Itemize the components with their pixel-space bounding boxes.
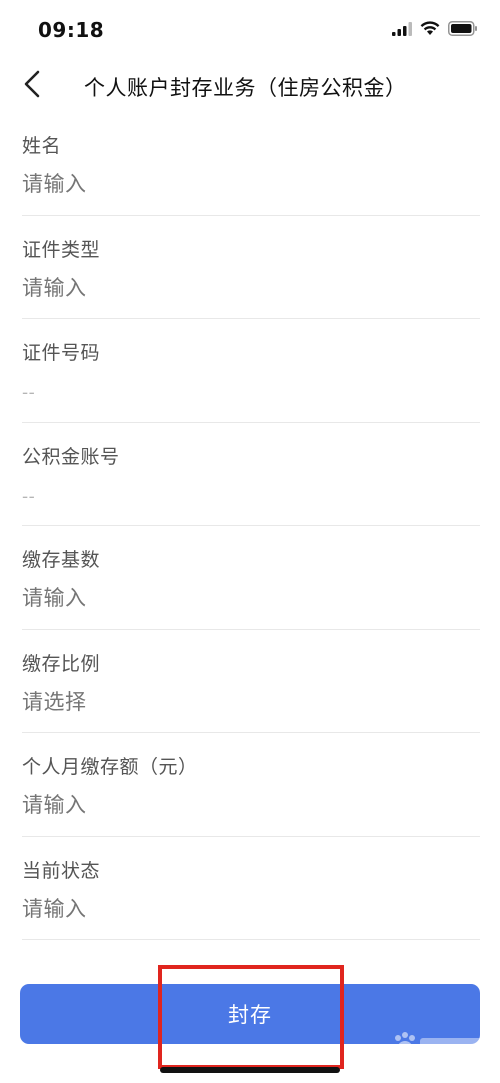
page-title: 个人账户封存业务（住房公积金） xyxy=(84,76,407,100)
status-time: 09:18 xyxy=(38,18,105,42)
form-field-id-number: 证件号码 -- xyxy=(22,319,480,423)
fund-account-value: -- xyxy=(22,486,36,507)
form-field-name: 姓名 xyxy=(22,112,480,216)
deposit-base-input[interactable] xyxy=(22,586,452,610)
battery-icon xyxy=(448,20,478,40)
field-label: 当前状态 xyxy=(22,859,101,882)
form: 姓名 证件类型 证件号码 -- 公积金账号 -- 缴存基数 缴存比例 个人月缴存… xyxy=(22,112,480,940)
form-field-deposit-ratio: 缴存比例 xyxy=(22,630,480,733)
form-field-id-type: 证件类型 xyxy=(22,216,480,319)
id-type-input[interactable] xyxy=(22,275,452,300)
deposit-ratio-select[interactable] xyxy=(22,689,452,714)
name-input[interactable] xyxy=(22,172,452,196)
form-field-deposit-base: 缴存基数 xyxy=(22,526,480,630)
current-status-input[interactable] xyxy=(22,896,452,921)
chevron-left-icon xyxy=(21,69,43,103)
field-label: 公积金账号 xyxy=(22,445,120,468)
field-label: 缴存比例 xyxy=(22,652,101,675)
back-button[interactable] xyxy=(12,66,52,106)
field-label: 姓名 xyxy=(22,135,62,157)
wifi-icon xyxy=(420,20,440,40)
signal-icon xyxy=(392,21,412,40)
field-label: 个人月缴存额（元） xyxy=(22,756,198,778)
nav-bar: 个人账户封存业务（住房公积金） xyxy=(0,60,500,112)
form-field-current-status: 当前状态 xyxy=(22,837,480,940)
watermark-logo xyxy=(388,1030,486,1060)
field-label: 证件类型 xyxy=(22,238,101,261)
status-icons xyxy=(392,20,478,40)
id-number-value: -- xyxy=(22,383,36,403)
status-bar: 09:18 xyxy=(0,0,500,60)
field-label: 证件号码 xyxy=(22,342,101,364)
form-field-fund-account: 公积金账号 -- xyxy=(22,423,480,526)
form-field-monthly-deposit: 个人月缴存额（元） xyxy=(22,733,480,837)
monthly-deposit-input[interactable] xyxy=(22,793,452,817)
field-label: 缴存基数 xyxy=(22,549,101,571)
home-indicator xyxy=(160,1067,340,1073)
